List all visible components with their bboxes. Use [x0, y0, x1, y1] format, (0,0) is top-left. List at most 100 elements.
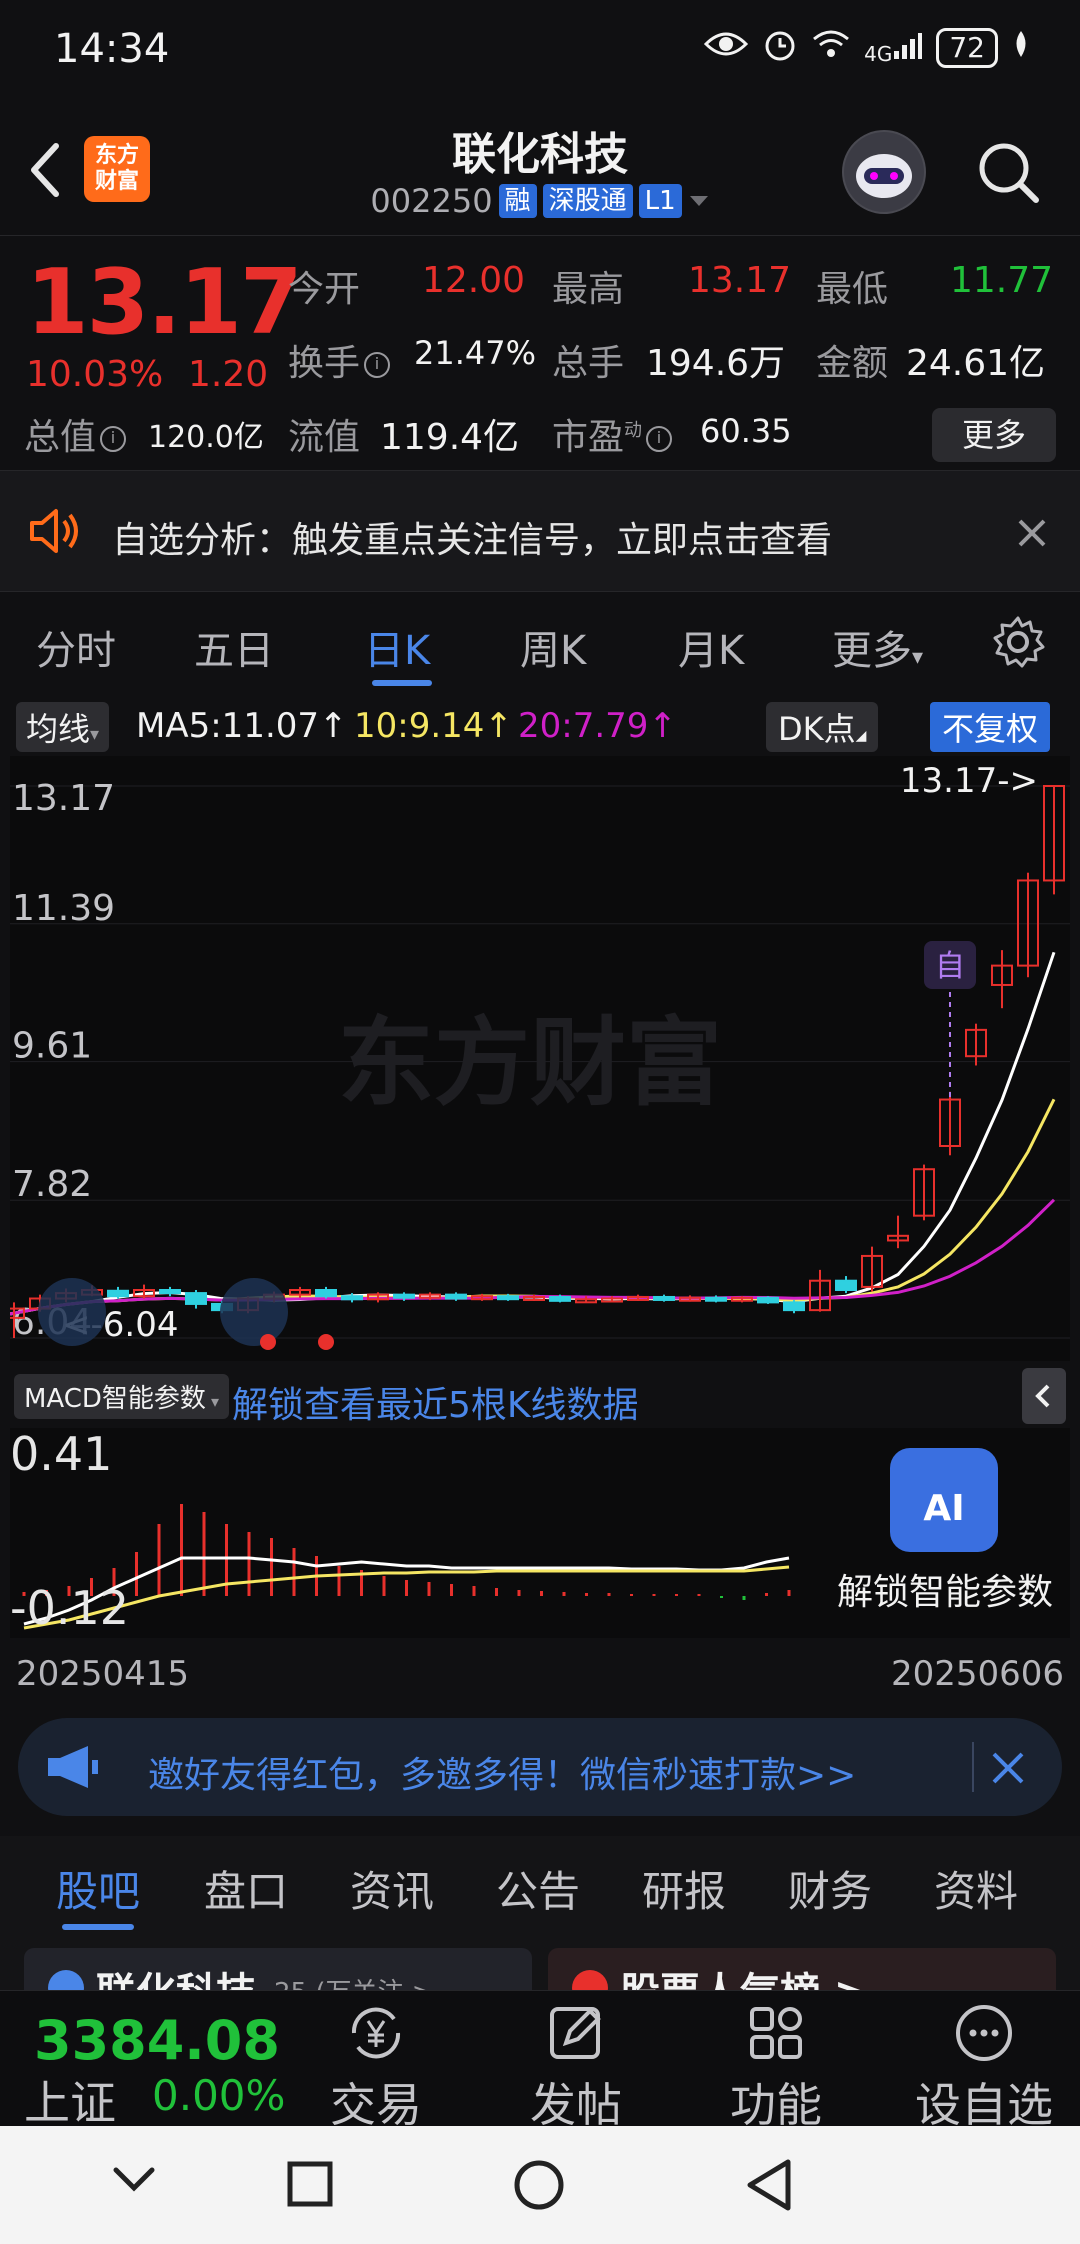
- yen-cycle-icon: [351, 2007, 401, 2059]
- mktcap-label-text: 总值: [24, 417, 97, 458]
- corner-icon: ◢: [855, 728, 867, 744]
- tab-news[interactable]: 资讯: [350, 1858, 434, 1919]
- gear-icon[interactable]: [990, 614, 1046, 670]
- battery-level: 72: [936, 28, 998, 68]
- macd-tick-top: 0.41: [10, 1428, 112, 1481]
- banner-text: 自选分析：触发重点关注信号，立即点击查看: [112, 520, 833, 561]
- tab-pankou[interactable]: 盘口: [204, 1858, 288, 1919]
- tab-research[interactable]: 研报: [642, 1858, 726, 1919]
- tag-connect: 深股通: [542, 184, 633, 218]
- change-amount: 1.20: [188, 354, 269, 395]
- ai-unlock-panel[interactable]: AI 解锁智能参数: [822, 1428, 1070, 1638]
- ai-unlock-text: 解锁智能参数: [837, 1572, 1053, 1613]
- ma20-text: 20:7.79: [518, 706, 649, 746]
- tab-announcement[interactable]: 公告: [496, 1858, 580, 1919]
- tab-monthly-k[interactable]: 月K: [678, 618, 744, 676]
- mktcap-value: 120.0亿: [148, 420, 264, 455]
- macd-chart[interactable]: 0.41 -0.12 AI 解锁智能参数: [10, 1428, 1070, 1638]
- last-price: 13.17: [26, 250, 303, 355]
- k-line-chart[interactable]: 东方财富 13.1711.399.617.826.04 13.17-><-6.0…: [10, 756, 1070, 1361]
- tab-profile[interactable]: 资料: [934, 1858, 1018, 1919]
- tab-more-label: 更多: [832, 628, 912, 674]
- close-icon[interactable]: [990, 1750, 1026, 1786]
- active-tab-indicator: [62, 1924, 134, 1930]
- unlock-link[interactable]: 解锁查看最近5根K线数据: [232, 1376, 639, 1428]
- caret-down-icon: [689, 196, 708, 206]
- tab-finance[interactable]: 财务: [788, 1858, 872, 1919]
- caret-down-icon: ▾: [90, 724, 100, 745]
- turnover-value: 21.47%: [414, 334, 537, 372]
- dk-label: DK点: [778, 710, 856, 748]
- info-icon[interactable]: i: [646, 426, 673, 452]
- open-value: 12.00: [422, 260, 526, 301]
- drawing-tool-button: [220, 1278, 288, 1346]
- active-tab-indicator: [372, 680, 432, 686]
- more-button[interactable]: 更多: [932, 408, 1056, 462]
- candle-body: [549, 1295, 571, 1302]
- tab-daily-k[interactable]: 日K: [364, 618, 430, 676]
- signal-dot: [318, 1334, 334, 1350]
- adjust-toggle[interactable]: 不复权: [930, 702, 1051, 752]
- ma-selector[interactable]: 均线▾: [16, 702, 110, 752]
- low-label: 最低: [816, 269, 889, 310]
- stock-header: 东方 财富 联化科技 002250 融 深股通 L1: [0, 110, 1080, 236]
- self-marker-label: 自: [935, 949, 965, 984]
- home-icon[interactable]: [512, 2158, 566, 2212]
- nav-trade[interactable]: 交易: [296, 2001, 456, 2135]
- tag-margin: 融: [498, 184, 537, 218]
- close-icon[interactable]: [1016, 517, 1048, 549]
- quote-panel: 13.17 10.03% 1.20 今开 12.00 最高 13.17 最低 1…: [0, 236, 1080, 468]
- nav-functions[interactable]: 功能: [696, 2001, 856, 2135]
- assistant-avatar[interactable]: [842, 130, 926, 214]
- nav-functions-label: 功能: [730, 2078, 822, 2132]
- info-icon[interactable]: i: [364, 352, 391, 378]
- y-tick-label: 7.82: [12, 1164, 92, 1205]
- content-tabs: 股吧 盘口 资讯 公告 研报 财务 资料: [0, 1836, 1080, 1940]
- collapse-button[interactable]: [1022, 1368, 1066, 1424]
- mktcap-label: 总值 i: [24, 408, 130, 460]
- back-triangle-icon[interactable]: [744, 2158, 794, 2212]
- signal-banner[interactable]: 自选分析：触发重点关注信号，立即点击查看: [0, 470, 1080, 592]
- macd-header: MACD智能参数 ▾ 解锁查看最近5根K线数据: [0, 1366, 1080, 1426]
- low-value: 11.77: [950, 260, 1054, 301]
- pe-label: 市盈动 i: [552, 408, 676, 460]
- volume-label: 总手: [552, 343, 625, 384]
- speaker-icon: [30, 509, 78, 553]
- prev-range-button: [38, 1278, 106, 1346]
- tab-more[interactable]: 更多▾: [832, 618, 923, 676]
- candle-body: [445, 1293, 467, 1300]
- tab-five-day[interactable]: 五日: [194, 618, 274, 676]
- nav-post[interactable]: 发帖: [496, 2001, 656, 2135]
- index-ticker[interactable]: 3384.08 上证 0.00%: [0, 1991, 290, 2130]
- system-nav-bar: [0, 2126, 1080, 2244]
- nav-add-watchlist[interactable]: 设自选: [896, 2001, 1072, 2135]
- search-button[interactable]: [974, 138, 1044, 208]
- more-circle-icon: [956, 2005, 1012, 2061]
- tab-weekly-k[interactable]: 周K: [520, 618, 586, 676]
- amount-label: 金额: [816, 343, 889, 384]
- robot-icon: [844, 132, 924, 212]
- high-value: 13.17: [688, 260, 792, 301]
- index-value: 3384.08: [34, 2009, 280, 2072]
- tab-guba[interactable]: 股吧: [56, 1858, 140, 1919]
- candle-body: [185, 1292, 207, 1305]
- candle-body: [341, 1295, 363, 1301]
- tag-level: L1: [638, 184, 682, 218]
- megaphone-icon: [48, 1746, 98, 1788]
- recents-icon[interactable]: [286, 2160, 334, 2208]
- alarm-icon: [762, 26, 798, 70]
- ma10-value: 10:9.14↑: [354, 706, 513, 746]
- candle-body: [783, 1301, 805, 1312]
- status-time: 14:34: [54, 26, 170, 72]
- turnover-label-text: 换手: [288, 343, 361, 384]
- candle-body: [107, 1289, 129, 1298]
- divider: [972, 1742, 974, 1792]
- dk-point-selector[interactable]: DK点◢: [766, 702, 879, 752]
- ma-legend: 均线▾ MA5:11.07↑ 10:9.14↑ 20:7.79↑ DK点◢ 不复…: [0, 698, 1080, 752]
- macd-selector[interactable]: MACD智能参数 ▾: [14, 1374, 230, 1419]
- chevron-left-icon: [1035, 1384, 1050, 1408]
- info-icon[interactable]: i: [100, 426, 127, 452]
- tab-intraday[interactable]: 分时: [36, 618, 116, 676]
- invite-banner[interactable]: 邀好友得红包，多邀多得！微信秒速打款>>: [18, 1718, 1062, 1816]
- chevron-down-icon[interactable]: [112, 2164, 156, 2194]
